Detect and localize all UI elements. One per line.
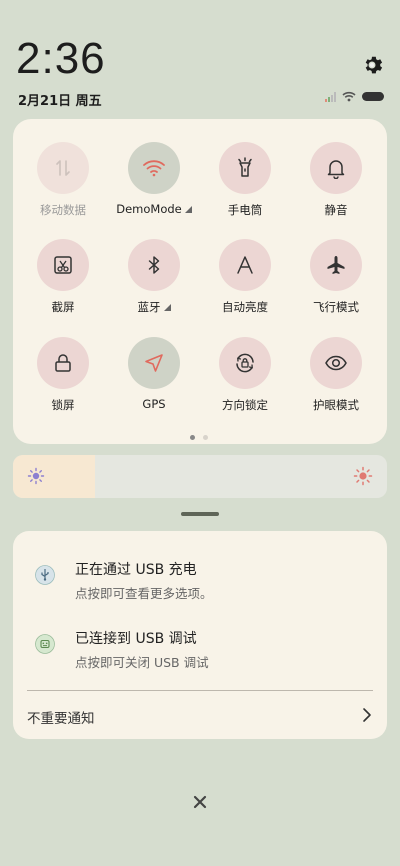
clock: 2:36: [16, 34, 106, 83]
notification-title: 已连接到 USB 调试: [75, 631, 197, 647]
eye-icon: [325, 355, 347, 371]
divider: [27, 690, 373, 691]
tile-rotation-lock[interactable]: 方向锁定: [205, 337, 285, 413]
brightness-high-icon: [353, 466, 373, 486]
close-icon[interactable]: [191, 793, 209, 811]
drag-handle[interactable]: [181, 512, 219, 516]
tile-lock-screen[interactable]: 锁屏: [23, 337, 103, 413]
tile-mobile-data[interactable]: 移动数据: [23, 142, 103, 218]
flashlight-icon: [238, 157, 252, 177]
bluetooth-icon: [148, 256, 160, 274]
rotation-lock-icon: [236, 353, 254, 373]
tile-label: DemoMode: [116, 202, 182, 216]
tile-auto-brightness[interactable]: 自动亮度: [205, 239, 285, 315]
tile-label: 护眼模式: [313, 398, 359, 412]
tile-label: 静音: [324, 203, 348, 217]
screenshot-icon: [54, 256, 72, 274]
tile-airplane-mode[interactable]: 飞行模式: [296, 239, 376, 315]
quick-settings-panel: 移动数据 DemoMode 手电筒 静音 截屏 蓝牙 自动亮度 飞行模式 锁屏 …: [13, 119, 387, 444]
status-area: 2:36 2月21日 周五: [0, 0, 400, 118]
expand-triangle-icon[interactable]: [184, 206, 192, 213]
wifi-status-icon: [342, 91, 356, 102]
tile-label: 截屏: [51, 300, 75, 314]
auto-brightness-icon: [237, 256, 253, 274]
brightness-slider[interactable]: [13, 455, 387, 498]
airplane-icon: [327, 256, 345, 274]
mobile-data-icon: [56, 160, 70, 176]
chevron-right-icon[interactable]: [361, 707, 373, 723]
notification-item-usb-debugging[interactable]: 已连接到 USB 调试 点按即可关闭 USB 调试: [13, 622, 387, 672]
notification-text: 点按即可关闭 USB 调试: [75, 655, 209, 670]
tile-label: 锁屏: [51, 398, 75, 412]
tile-label: 蓝牙: [137, 300, 161, 314]
tile-label: 方向锁定: [222, 398, 268, 412]
tile-wifi[interactable]: DemoMode: [114, 142, 194, 216]
tile-label: 自动亮度: [222, 300, 268, 314]
tile-mute[interactable]: 静音: [296, 142, 376, 218]
date: 2月21日 周五: [18, 94, 102, 109]
tile-bluetooth[interactable]: 蓝牙: [114, 239, 194, 315]
android-debug-icon: [35, 634, 55, 654]
unimportant-notifications-link[interactable]: 不重要通知: [27, 707, 95, 727]
tile-gps[interactable]: GPS: [114, 337, 194, 411]
tile-screenshot[interactable]: 截屏: [23, 239, 103, 315]
notification-text: 点按即可查看更多选项。: [75, 586, 213, 601]
tile-flashlight[interactable]: 手电筒: [205, 142, 285, 218]
tile-label: 手电筒: [227, 203, 263, 217]
wifi-icon: [143, 160, 165, 177]
page-dot[interactable]: [203, 435, 208, 440]
tile-eye-protection[interactable]: 护眼模式: [296, 337, 376, 413]
notification-item-usb-charging[interactable]: 正在通过 USB 充电 点按即可查看更多选项。: [13, 553, 387, 603]
tile-label: 飞行模式: [313, 300, 359, 314]
signal-icon: [325, 91, 336, 102]
battery-icon: [362, 92, 384, 101]
tile-label: GPS: [142, 397, 166, 411]
location-arrow-icon: [145, 354, 163, 372]
system-status-icons: [325, 91, 384, 102]
brightness-low-icon: [27, 467, 45, 485]
tile-label: 移动数据: [40, 203, 86, 217]
bell-icon: [327, 160, 345, 179]
notification-panel: 正在通过 USB 充电 点按即可查看更多选项。 已连接到 USB 调试 点按即可…: [13, 531, 387, 739]
expand-triangle-icon[interactable]: [163, 304, 171, 311]
usb-icon: [35, 565, 55, 585]
lock-icon: [55, 354, 71, 372]
page-dot[interactable]: [190, 435, 195, 440]
brightness-fill: [13, 455, 96, 498]
notification-title: 正在通过 USB 充电: [75, 562, 197, 578]
page-indicator: [190, 435, 208, 440]
gear-icon[interactable]: [360, 53, 384, 77]
